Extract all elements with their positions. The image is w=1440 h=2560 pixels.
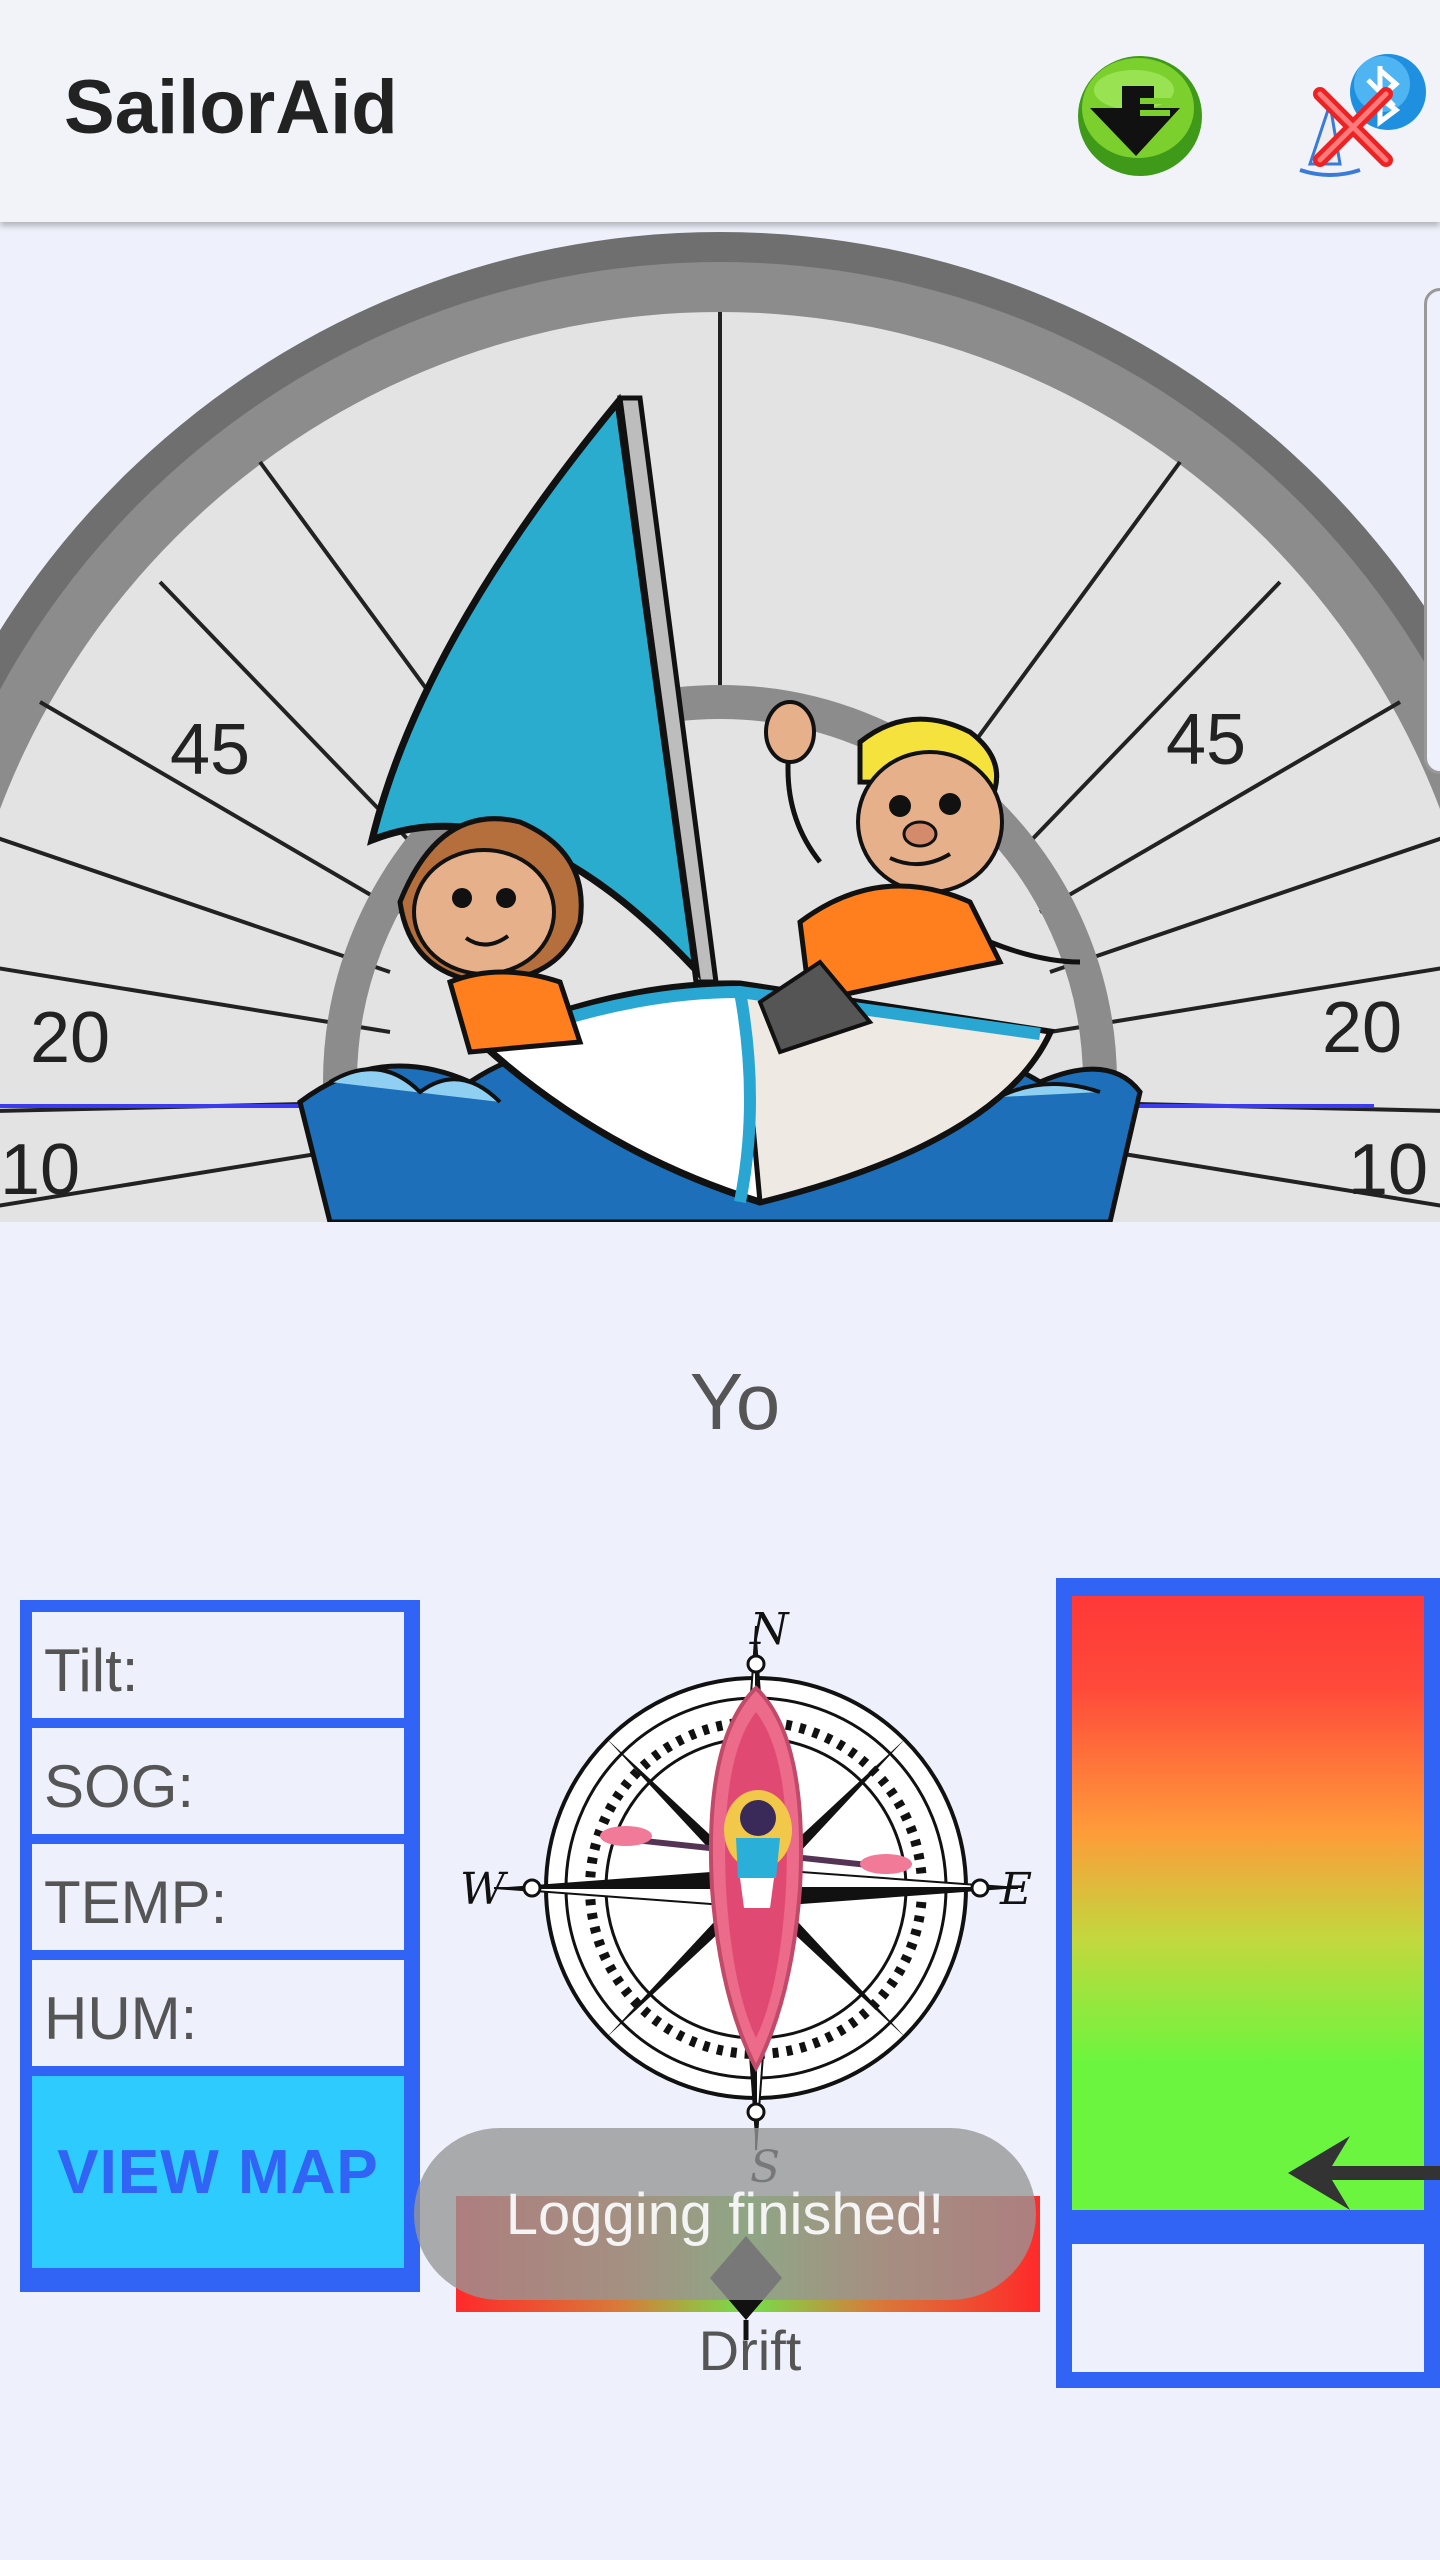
heel-gauge: 45 45 20 20 10 10 0 0 [0, 222, 1440, 1222]
compass-rose: N S E W [452, 1592, 1052, 2212]
gauge-label-left-20: 20 [30, 998, 110, 1078]
level-gradient-bar [1072, 1596, 1424, 2210]
level-indicator-panel [1056, 1578, 1440, 2388]
sog-label: SOG: [32, 1728, 404, 1834]
status-name-label: Yo [689, 1357, 781, 1446]
gauge-label-left-45: 45 [170, 710, 250, 790]
compass-east-label: E [999, 1864, 1032, 1915]
toast-message: Logging finished! [414, 2128, 1036, 2300]
sensor-info-panel: Tilt: SOG: TEMP: HUM: VIEW MAP [20, 1600, 420, 2292]
level-value-box [1072, 2244, 1424, 2372]
drift-label: Drift [698, 2319, 802, 2382]
compass-north-label: N [749, 1604, 790, 1655]
compass-west-label: W [460, 1864, 509, 1915]
hum-label: HUM: [32, 1960, 404, 2066]
gauge-label-right-10: 10 [1348, 1130, 1428, 1210]
gauge-label-right-20: 20 [1322, 988, 1402, 1068]
view-map-button[interactable]: VIEW MAP [32, 2076, 404, 2268]
app-bar: SailorAid [0, 0, 1440, 222]
app-title: SailorAid [64, 65, 398, 150]
tilt-label: Tilt: [32, 1612, 404, 1718]
level-arrow-icon [1280, 2128, 1440, 2218]
temp-label: TEMP: [32, 1844, 404, 1950]
side-scroll-handle[interactable] [1424, 288, 1440, 774]
log-download-icon[interactable] [1070, 46, 1204, 180]
bluetooth-disconnected-icon[interactable] [1290, 44, 1430, 184]
gauge-label-left-10: 10 [0, 1130, 80, 1210]
gauge-label-right-45: 45 [1166, 700, 1246, 780]
